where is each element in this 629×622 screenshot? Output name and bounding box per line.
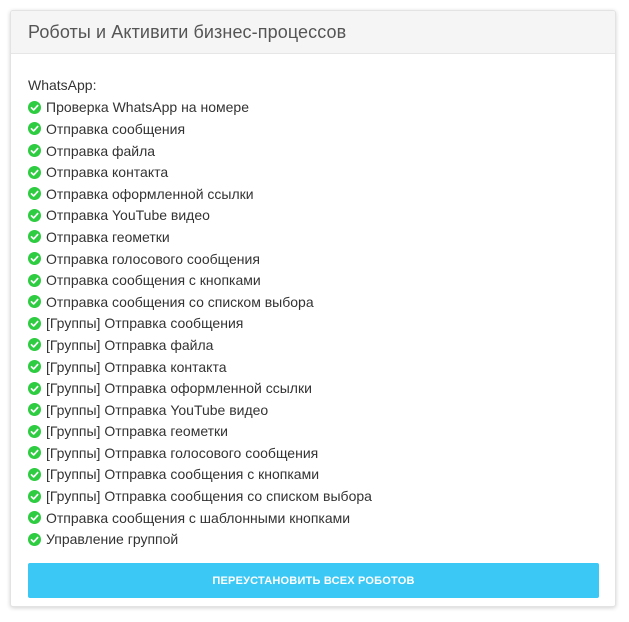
check-circle-icon — [28, 295, 41, 309]
check-circle-icon — [28, 252, 41, 266]
feature-item: [Группы] Отправка сообщения с кнопками — [28, 464, 598, 486]
feature-label: Отправка голосового сообщения — [46, 250, 260, 267]
check-circle-icon — [28, 424, 41, 438]
check-circle-icon — [28, 403, 41, 417]
feature-label: Проверка WhatsApp на номере — [46, 99, 249, 116]
feature-label: Управление группой — [46, 531, 179, 548]
feature-label: Отправка сообщения с шаблонными кнопками — [46, 509, 351, 526]
feature-item: Отправка сообщения — [28, 118, 598, 140]
feature-item: Отправка контакта — [28, 161, 598, 183]
feature-item: Отправка файла — [28, 140, 598, 162]
card-title: Роботы и Активити бизнес-процессов — [28, 21, 347, 42]
check-circle-icon — [28, 144, 41, 158]
feature-item: [Группы] Отправка оформленной ссылки — [28, 377, 598, 399]
feature-item: [Группы] Отправка голосового сообщения — [28, 442, 598, 464]
check-circle-icon — [28, 489, 41, 503]
feature-item: Отправка оформленной ссылки — [28, 183, 598, 205]
check-circle-icon — [28, 165, 41, 179]
feature-label: Отправка сообщения со списком выбора — [46, 293, 314, 310]
feature-item: Отправка YouTube видео — [28, 205, 598, 227]
feature-label: [Группы] Отправка сообщения — [46, 315, 244, 332]
check-circle-icon — [28, 100, 41, 114]
check-circle-icon — [28, 230, 41, 244]
feature-label: [Группы] Отправка контакта — [46, 358, 227, 375]
feature-item: Отправка сообщения с шаблонными кнопками — [28, 507, 598, 529]
feature-item: [Группы] Отправка сообщения — [28, 313, 598, 335]
feature-label: [Группы] Отправка файла — [46, 336, 214, 353]
feature-item: [Группы] Отправка геометки — [28, 421, 598, 443]
check-circle-icon — [28, 446, 41, 460]
feature-item: Отправка голосового сообщения — [28, 248, 598, 270]
reinstall-all-robots-button[interactable]: ПЕРЕУСТАНОВИТЬ ВСЕХ РОБОТОВ — [28, 563, 599, 599]
check-circle-icon — [28, 467, 41, 481]
feature-label: Отправка YouTube видео — [46, 207, 210, 224]
check-circle-icon — [28, 122, 41, 136]
feature-label: [Группы] Отправка голосового сообщения — [46, 444, 319, 461]
feature-label: Отправка геометки — [46, 228, 170, 245]
check-circle-icon — [28, 187, 41, 201]
feature-label: Отправка файла — [46, 142, 156, 159]
card-header: Роботы и Активити бизнес-процессов — [11, 11, 615, 54]
check-circle-icon — [28, 273, 41, 287]
feature-label: Отправка сообщения — [46, 120, 186, 137]
feature-label: Отправка контакта — [46, 164, 169, 181]
feature-item: [Группы] Отправка YouTube видео — [28, 399, 598, 421]
feature-item: [Группы] Отправка контакта — [28, 356, 598, 378]
feature-item: Отправка сообщения с кнопками — [28, 269, 598, 291]
feature-label: Отправка оформленной ссылки — [46, 185, 254, 202]
feature-label: [Группы] Отправка сообщения со списком в… — [46, 488, 372, 505]
feature-label: [Группы] Отправка геометки — [46, 423, 228, 440]
feature-label: [Группы] Отправка сообщения с кнопками — [46, 466, 320, 483]
action-area: ПЕРЕУСТАНОВИТЬ ВСЕХ РОБОТОВ — [28, 563, 599, 599]
check-circle-icon — [28, 338, 41, 352]
feature-item: [Группы] Отправка сообщения со списком в… — [28, 485, 598, 507]
feature-label: [Группы] Отправка YouTube видео — [46, 401, 269, 418]
check-circle-icon — [28, 316, 41, 330]
check-circle-icon — [28, 532, 41, 546]
feature-item: Проверка WhatsApp на номере — [28, 97, 598, 119]
check-circle-icon — [28, 381, 41, 395]
check-circle-icon — [28, 208, 41, 222]
feature-label: [Группы] Отправка оформленной ссылки — [46, 380, 312, 397]
robots-card: Роботы и Активити бизнес-процессов Whats… — [10, 10, 616, 607]
feature-label: Отправка сообщения с кнопками — [46, 272, 261, 289]
feature-item: [Группы] Отправка файла — [28, 334, 598, 356]
feature-item: Управление группой — [28, 528, 598, 550]
feature-item: Отправка геометки — [28, 226, 598, 248]
feature-list: Проверка WhatsApp на номере Отправка сооб… — [28, 97, 598, 550]
section-label-whatsapp: WhatsApp: — [28, 77, 97, 93]
feature-item: Отправка сообщения со списком выбора — [28, 291, 598, 313]
check-circle-icon — [28, 511, 41, 525]
check-circle-icon — [28, 360, 41, 374]
card-body: WhatsApp: Проверка WhatsApp на номере Отп… — [11, 54, 615, 599]
